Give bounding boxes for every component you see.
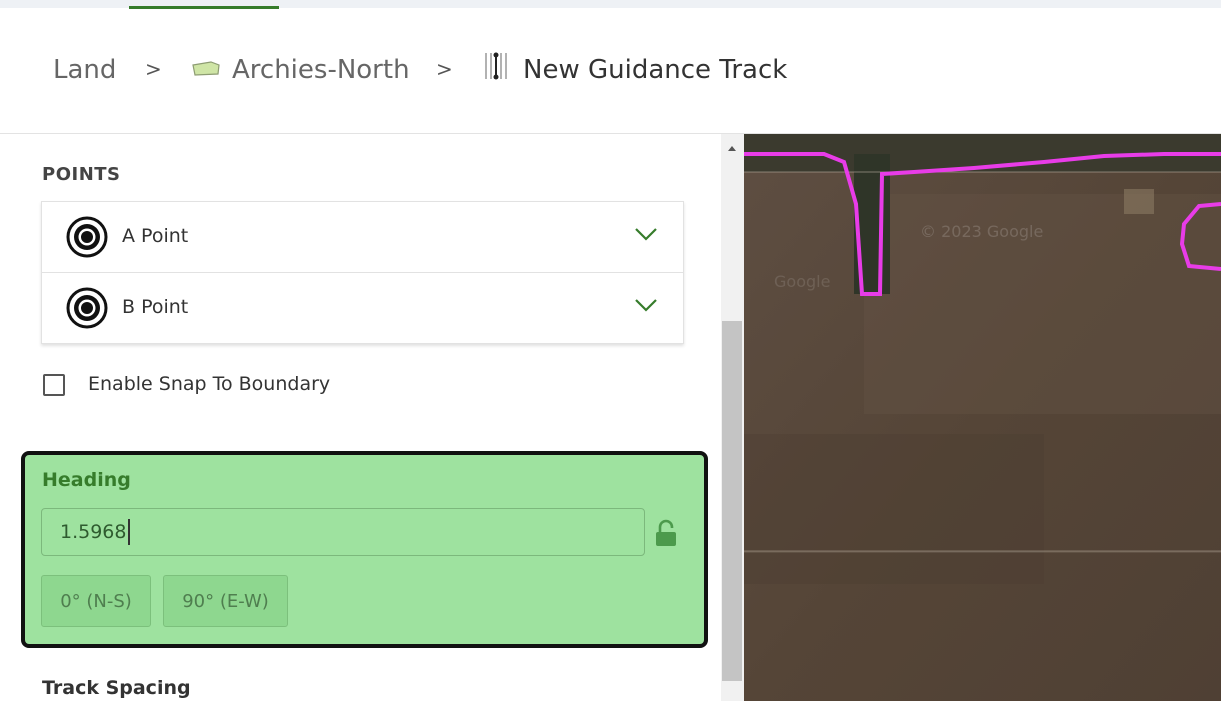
heading-title: Heading — [42, 469, 131, 491]
points-section-title: POINTS — [42, 164, 121, 185]
snap-to-boundary-label[interactable]: Enable Snap To Boundary — [88, 373, 330, 395]
chevron-down-icon[interactable] — [634, 226, 658, 246]
map-imagery — [744, 134, 1221, 701]
b-point-label: B Point — [122, 296, 189, 318]
breadcrumb-separator: > — [145, 57, 162, 81]
field-icon — [191, 60, 221, 82]
heading-east-west-button[interactable]: 90° (E-W) — [163, 575, 288, 627]
breadcrumb-separator: > — [436, 57, 453, 81]
guidance-track-icon — [483, 51, 509, 85]
a-point-row[interactable]: A Point — [42, 202, 683, 273]
track-spacing-title: Track Spacing — [42, 677, 191, 699]
heading-input[interactable] — [41, 508, 645, 556]
b-point-row[interactable]: B Point — [42, 273, 683, 343]
map-watermark: Google — [774, 272, 831, 291]
breadcrumb-field-link[interactable]: Archies-North — [232, 55, 410, 85]
scroll-up-arrow-icon[interactable] — [728, 146, 736, 151]
snap-to-boundary-checkbox[interactable] — [43, 374, 65, 396]
map-watermark: © 2023 Google — [920, 222, 1044, 241]
breadcrumb-current-page: New Guidance Track — [523, 55, 788, 85]
chevron-down-icon[interactable] — [634, 297, 658, 317]
text-caret — [128, 519, 130, 545]
track-settings-panel: POINTS A Point B Point Enable Snap To Bo… — [0, 134, 720, 701]
points-list: A Point B Point — [41, 201, 684, 344]
heading-section: Heading 0° (N-S) 90° (E-W) — [21, 451, 708, 648]
panel-scrollbar[interactable] — [721, 134, 744, 701]
heading-north-south-button[interactable]: 0° (N-S) — [41, 575, 151, 627]
target-point-icon — [66, 216, 108, 262]
satellite-map[interactable]: © 2023 Google Google — [744, 134, 1221, 701]
target-point-icon — [66, 287, 108, 333]
a-point-label: A Point — [122, 225, 189, 247]
unlock-icon[interactable] — [655, 519, 677, 551]
breadcrumb: Land > Archies-North > New Guidance Trac… — [0, 9, 1221, 134]
breadcrumb-land-link[interactable]: Land — [53, 55, 116, 85]
scroll-thumb[interactable] — [722, 321, 742, 681]
